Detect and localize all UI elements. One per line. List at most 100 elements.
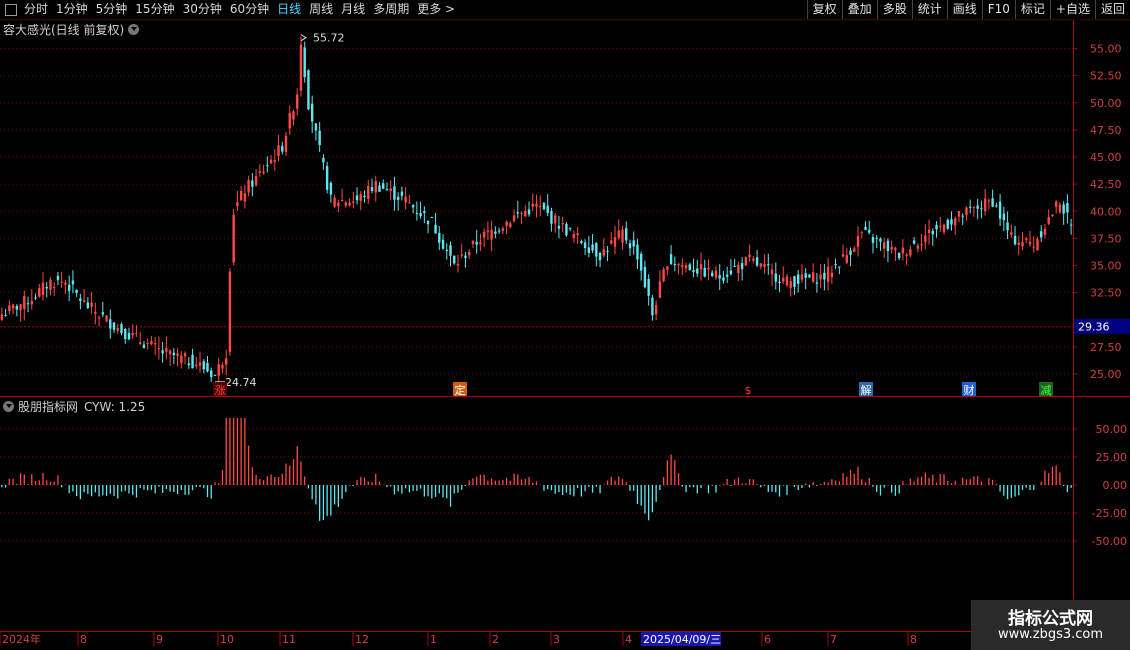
candle-body — [206, 362, 209, 372]
candle-body — [258, 171, 262, 173]
chevron-down-icon[interactable] — [3, 401, 14, 412]
event-marker-label: 减 — [1041, 384, 1052, 397]
candle-body — [355, 195, 359, 201]
candle-body — [793, 276, 796, 287]
candle-body — [580, 241, 583, 244]
candle-body — [565, 223, 568, 236]
candle-body — [64, 282, 67, 285]
candle-body — [441, 239, 445, 249]
candle-body — [53, 287, 56, 289]
candle-body — [826, 266, 830, 282]
candle-body — [912, 240, 916, 244]
candle-body — [243, 193, 247, 202]
candle-body — [475, 241, 478, 245]
candle-body — [303, 47, 306, 78]
candle-body — [288, 112, 291, 129]
candle-body — [419, 213, 422, 217]
candle-body — [924, 235, 927, 243]
candle-body — [524, 210, 527, 217]
price-tick-label: 27.50 — [1090, 341, 1122, 354]
candle-body — [385, 188, 389, 191]
candle-body — [71, 280, 75, 285]
candle-body — [830, 272, 834, 278]
time-label: 8 — [910, 633, 917, 646]
candle-body — [718, 275, 721, 279]
price-tick-label: 35.00 — [1090, 260, 1122, 273]
candle-body — [778, 281, 781, 283]
candle-body — [479, 242, 482, 245]
candle-body — [968, 206, 972, 208]
candle-body — [838, 266, 841, 268]
kline-chart[interactable]: 55.72 24.74 55.00 52.50 50.00 47.50 45.00 42.5… — [0, 0, 1130, 650]
candle-body — [153, 343, 157, 345]
candle-body — [1040, 231, 1043, 238]
candle-body — [613, 237, 617, 247]
time-axis: 2024年 8 9 10 11 12 1 2 3 4 2025/04/09/三 6 7 8 — [0, 632, 917, 646]
candle-body — [688, 264, 691, 271]
time-label: 4 — [625, 633, 632, 646]
candle-body — [329, 182, 333, 195]
stock-title[interactable]: 容大感光(日线 前复权) — [3, 21, 140, 38]
candle-body — [550, 211, 553, 224]
event-markers: 涨 定 $ 解 财 减 — [213, 382, 1053, 397]
candlesticks: 55.72 24.74 — [0, 32, 1073, 389]
candle-body — [711, 272, 714, 276]
low-label: 24.74 — [225, 376, 257, 389]
indicator-axis: 50.00 25.00 0.00 -25.00 -50.00 — [1073, 423, 1127, 548]
candle-body — [105, 315, 108, 322]
candle-body — [277, 145, 280, 157]
time-label: 1 — [430, 633, 437, 646]
candle-body — [860, 232, 863, 234]
candle-body — [546, 205, 549, 214]
candle-body — [587, 247, 591, 253]
candle-body — [1054, 201, 1058, 207]
indicator-tick-label: -50.00 — [1092, 535, 1127, 548]
candle-body — [662, 269, 665, 282]
candle-body — [834, 264, 837, 266]
candle-body — [954, 218, 957, 226]
candle-body — [497, 230, 501, 232]
candle-body — [359, 194, 362, 201]
candle-body — [882, 242, 886, 249]
candle-body — [127, 332, 131, 340]
event-marker-label: 财 — [964, 383, 975, 397]
candle-body — [79, 298, 82, 301]
candle-body — [180, 355, 183, 363]
candle-body — [396, 196, 400, 200]
candle-body — [811, 272, 815, 282]
candle-body — [41, 282, 45, 295]
candle-body — [142, 344, 146, 349]
candle-body — [568, 227, 572, 229]
candle-body — [961, 215, 964, 217]
candle-body — [729, 270, 733, 275]
candle-body — [935, 225, 938, 230]
candle-body — [4, 315, 7, 317]
candle-body — [527, 209, 531, 215]
candle-body — [849, 250, 852, 255]
chevron-down-icon[interactable] — [128, 24, 140, 35]
candle-body — [363, 195, 366, 198]
candle-body — [116, 328, 119, 331]
candle-body — [1025, 238, 1028, 240]
event-marker-label: 定 — [455, 383, 466, 397]
indicator-title[interactable]: 股朋指标网 CYW: 1.25 — [3, 398, 145, 415]
price-tick-label: 25.00 — [1090, 368, 1122, 381]
time-label: 9 — [156, 633, 163, 646]
indicator-tick-label: 25.00 — [1096, 451, 1128, 464]
candle-body — [658, 281, 662, 298]
candle-body — [505, 221, 508, 226]
candle-body — [30, 300, 33, 305]
candle-body — [871, 237, 875, 243]
candle-body — [254, 175, 258, 186]
candle-body — [733, 265, 736, 267]
candle-body — [224, 358, 228, 365]
candle-body — [471, 240, 475, 245]
candle-body — [752, 258, 755, 261]
candle-body — [374, 181, 377, 193]
candle-body — [512, 215, 516, 222]
candle-body — [987, 200, 991, 202]
candle-body — [520, 213, 523, 215]
candle-body — [490, 229, 493, 240]
time-label: 12 — [355, 633, 369, 646]
candle-body — [97, 317, 101, 319]
